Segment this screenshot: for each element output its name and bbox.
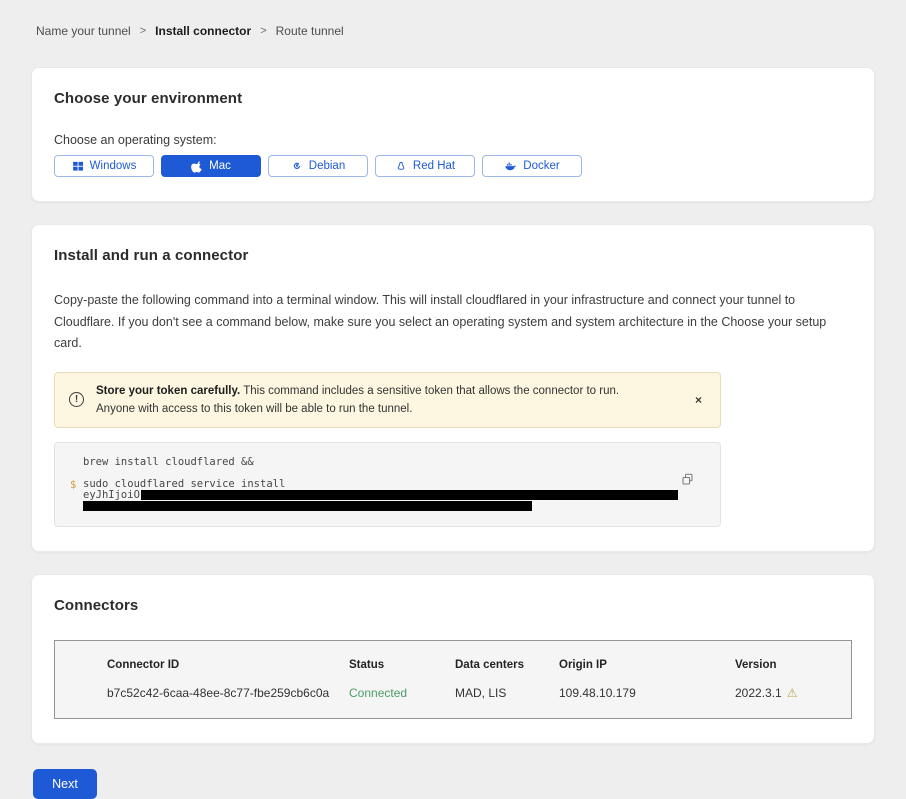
redhat-logo-icon [395, 160, 407, 173]
choose-environment-card: Choose your environment Choose an operat… [31, 67, 875, 202]
column-header-version: Version [735, 659, 841, 671]
alert-circle-icon: ! [69, 392, 84, 407]
os-button-mac[interactable]: Mac [161, 155, 261, 177]
os-button-label: Red Hat [413, 160, 455, 172]
code-line-token: eyJhIjoiO [83, 490, 678, 501]
token-prefix: eyJhIjoiO [83, 489, 140, 501]
os-button-label: Mac [209, 160, 231, 172]
redacted-token-bar [141, 490, 678, 500]
os-button-label: Windows [90, 160, 137, 172]
os-button-docker[interactable]: Docker [482, 155, 582, 177]
connectors-table: Connector ID Status Data centers Origin … [54, 640, 852, 719]
os-button-label: Docker [523, 160, 559, 172]
data-centers-value: MAD, LIS [455, 686, 559, 700]
os-button-windows[interactable]: Windows [54, 155, 154, 177]
page-content: Choose your environment Choose an operat… [31, 67, 875, 744]
os-button-debian[interactable]: Debian [268, 155, 368, 177]
code-line-token-continued [83, 501, 678, 512]
copy-icon[interactable] [681, 473, 694, 489]
breadcrumb: Name your tunnel > Install connector > R… [0, 0, 906, 38]
column-header-connector-id: Connector ID [107, 659, 349, 671]
install-connector-card: Install and run a connector Copy-paste t… [31, 224, 875, 552]
code-command-group: $ sudo cloudflared service install eyJhI… [70, 479, 704, 512]
version-warning-icon[interactable]: ⚠ [787, 686, 798, 700]
debian-logo-icon [291, 160, 303, 172]
breadcrumb-route-tunnel[interactable]: Route tunnel [276, 24, 344, 38]
shell-prompt: $ [70, 479, 83, 512]
environment-card-title: Choose your environment [54, 90, 852, 107]
close-icon[interactable]: × [691, 391, 706, 409]
breadcrumb-name-your-tunnel[interactable]: Name your tunnel [36, 24, 131, 38]
breadcrumb-separator: > [260, 25, 266, 37]
token-warning-banner: ! Store your token carefully. This comma… [54, 372, 721, 429]
install-command-codeblock: brew install cloudflared && $ sudo cloud… [54, 442, 721, 527]
connectors-card-title: Connectors [54, 597, 852, 614]
os-button-row: Windows Mac Debian [54, 155, 852, 177]
connectors-card: Connectors Connector ID Status Data cent… [31, 574, 875, 744]
column-header-data-centers: Data centers [455, 659, 559, 671]
apple-logo-icon [191, 160, 203, 173]
redacted-token-bar [83, 501, 532, 511]
column-header-origin-ip: Origin IP [559, 659, 735, 671]
version-value: 2022.3.1 ⚠ [735, 686, 841, 700]
docker-whale-icon [504, 160, 517, 172]
install-description: Copy-paste the following command into a … [54, 290, 852, 355]
os-select-label: Choose an operating system: [54, 133, 852, 147]
version-number: 2022.3.1 [735, 686, 782, 700]
warning-text: Store your token carefully. This command… [96, 382, 656, 419]
code-line-brew: brew install cloudflared && [70, 456, 704, 468]
breadcrumb-install-connector[interactable]: Install connector [155, 24, 251, 38]
warning-title: Store your token carefully. [96, 385, 240, 397]
breadcrumb-separator: > [140, 25, 146, 37]
os-button-label: Debian [309, 160, 345, 172]
windows-logo-icon [72, 160, 84, 172]
code-line-install: sudo cloudflared service install [83, 479, 678, 490]
origin-ip-value: 109.48.10.179 [559, 686, 735, 700]
next-button[interactable]: Next [33, 769, 97, 799]
column-header-status: Status [349, 659, 455, 671]
status-badge: Connected [349, 686, 455, 700]
install-card-title: Install and run a connector [54, 247, 852, 264]
connector-id-value: b7c52c42-6caa-48ee-8c77-fbe259cb6c0a [107, 686, 349, 700]
os-button-redhat[interactable]: Red Hat [375, 155, 475, 177]
